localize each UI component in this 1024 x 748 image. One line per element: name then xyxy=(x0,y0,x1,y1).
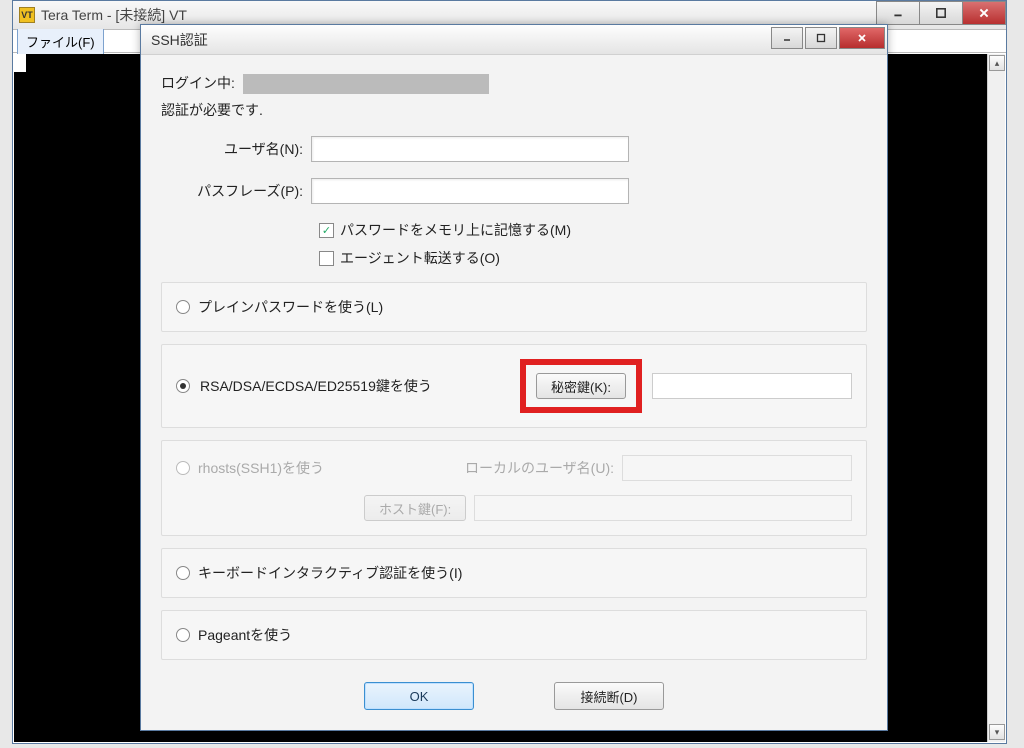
agent-forwarding-checkbox[interactable] xyxy=(319,251,334,266)
teraterm-title: Tera Term - [未接続] VT xyxy=(41,5,187,25)
maximize-button[interactable] xyxy=(919,1,963,25)
host-key-path-input xyxy=(474,495,852,521)
vt-icon: VT xyxy=(19,7,35,23)
radio-plain-password[interactable] xyxy=(176,300,190,314)
radio-rsa-key[interactable] xyxy=(176,379,190,393)
private-key-button[interactable]: 秘密鍵(K): xyxy=(536,373,626,399)
remember-password-label: パスワードをメモリ上に記憶する(M) xyxy=(340,220,571,240)
local-username-label: ローカルのユーザ名(U): xyxy=(465,458,614,478)
scroll-up-icon[interactable]: ▴ xyxy=(989,55,1005,71)
private-key-path-input[interactable] xyxy=(652,373,852,399)
radio-keyboard-interactive-label: キーボードインタラクティブ認証を使う(I) xyxy=(198,563,462,583)
login-host-redacted xyxy=(243,74,489,94)
menu-file[interactable]: ファイル(F) xyxy=(17,28,104,55)
dialog-minimize-button[interactable] xyxy=(771,27,803,49)
dialog-maximize-button[interactable] xyxy=(805,27,837,49)
minimize-button[interactable] xyxy=(876,1,920,25)
host-key-button: ホスト鍵(F): xyxy=(364,495,466,521)
auth-pageant-group: Pageantを使う xyxy=(161,610,867,660)
vertical-scrollbar[interactable]: ▴ ▾ xyxy=(987,54,1005,742)
radio-rhosts xyxy=(176,461,190,475)
auth-key-group: RSA/DSA/ECDSA/ED25519鍵を使う 秘密鍵(K): xyxy=(161,344,867,428)
auth-required-label: 認証が必要です. xyxy=(161,100,867,120)
local-username-input xyxy=(622,455,852,481)
username-label: ユーザ名(N): xyxy=(161,139,311,159)
scroll-down-icon[interactable]: ▾ xyxy=(989,724,1005,740)
auth-rhosts-group: rhosts(SSH1)を使う ローカルのユーザ名(U): ホスト鍵(F): xyxy=(161,440,867,536)
login-prefix-label: ログイン中: xyxy=(161,73,235,93)
auth-plain-group: プレインパスワードを使う(L) xyxy=(161,282,867,332)
close-button[interactable] xyxy=(962,1,1006,25)
passphrase-label: パスフレーズ(P): xyxy=(161,181,311,201)
radio-pageant-label: Pageantを使う xyxy=(198,625,292,645)
agent-forwarding-label: エージェント転送する(O) xyxy=(340,248,500,268)
radio-plain-password-label: プレインパスワードを使う(L) xyxy=(198,297,383,317)
remember-password-checkbox[interactable] xyxy=(319,223,334,238)
dialog-title: SSH認証 xyxy=(151,30,208,50)
username-input[interactable] xyxy=(311,136,629,162)
dialog-titlebar: SSH認証 xyxy=(141,25,887,55)
disconnect-button[interactable]: 接続断(D) xyxy=(554,682,664,710)
dialog-body: ログイン中: 認証が必要です. ユーザ名(N): パスフレーズ(P): パスワー… xyxy=(141,55,887,720)
radio-rsa-key-label: RSA/DSA/ECDSA/ED25519鍵を使う xyxy=(200,376,432,396)
ssh-auth-dialog: SSH認証 ログイン中: 認証が必要です. ユーザ名(N): パスフレーズ(P)… xyxy=(140,24,888,731)
radio-pageant[interactable] xyxy=(176,628,190,642)
dialog-close-button[interactable] xyxy=(839,27,885,49)
auth-keyboard-group: キーボードインタラクティブ認証を使う(I) xyxy=(161,548,867,598)
login-line: ログイン中: xyxy=(161,73,867,94)
cursor-block xyxy=(14,54,26,72)
passphrase-input[interactable] xyxy=(311,178,629,204)
private-key-highlight: 秘密鍵(K): xyxy=(520,359,642,413)
radio-rhosts-label: rhosts(SSH1)を使う xyxy=(198,458,324,478)
radio-keyboard-interactive[interactable] xyxy=(176,566,190,580)
ok-button[interactable]: OK xyxy=(364,682,474,710)
